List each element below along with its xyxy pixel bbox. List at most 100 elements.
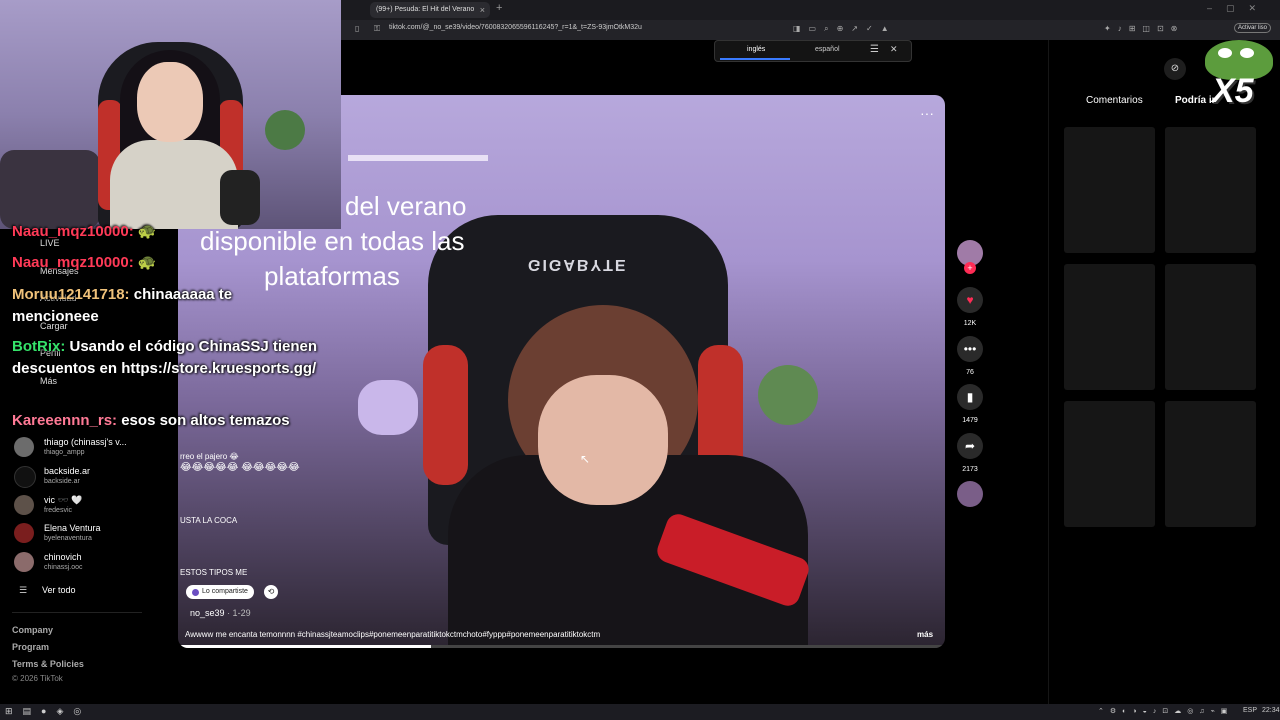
repost-icon[interactable]: ⟲ (264, 585, 278, 599)
follow-button[interactable]: + (964, 262, 976, 274)
webcam-person-face (137, 62, 203, 142)
video-inner-chat: USTA LA COCA (180, 516, 238, 525)
chat-message: Naau_mqz10000: 🐢 (12, 222, 342, 240)
caption-more-button[interactable]: más (917, 630, 933, 639)
suggested-thumbnail[interactable] (1064, 264, 1155, 390)
avatar[interactable] (14, 552, 34, 572)
translate-target-lang[interactable]: español (815, 46, 840, 53)
author-name[interactable]: no_se39 (190, 608, 225, 618)
suggested-thumbnail[interactable] (1165, 264, 1256, 390)
list-icon: ☰ (19, 585, 28, 595)
account-name[interactable]: vic 🕶️ 🤍 (44, 495, 82, 506)
account-name[interactable]: Elena Ventura (44, 523, 101, 533)
account-name[interactable]: thiago (chinassj's v... (44, 437, 127, 447)
windows-icon[interactable]: ⊞▤●◈◎ (5, 706, 91, 717)
save-count: 1479 (962, 417, 978, 424)
suggested-thumbnail[interactable] (1064, 401, 1155, 527)
video-inner-chat: ESTOS TIPOS ME (180, 568, 248, 577)
footer-company-link[interactable]: Company (12, 625, 53, 635)
browser-tab[interactable]: (99+) Pesuda: El Hit del Verano × (370, 2, 490, 18)
share-count: 2173 (962, 466, 978, 473)
taskbar (0, 704, 1280, 720)
close-icon[interactable]: ✕ (890, 44, 898, 55)
footer-terms-link[interactable]: Terms & Policies (12, 659, 84, 669)
webcam-overlay (0, 0, 341, 229)
comment-count: 76 (966, 369, 974, 376)
menu-icon[interactable]: ☰ (870, 44, 879, 55)
extensions-icons[interactable]: ✦♪⊞◫⊡⊗ (1104, 24, 1184, 33)
system-tray-icons[interactable]: ⌃⚙◐◑◒♪⊡☁◎♫⌁▣ (1098, 707, 1233, 715)
video-inner-chat: rreo el pajero 😂 (180, 452, 239, 461)
like-count: 12K (963, 320, 977, 327)
chat-username: Kareeennn_rs: (12, 412, 118, 429)
account-handle: thiago_ampp (44, 449, 85, 456)
divider (12, 612, 142, 613)
new-tab-icon[interactable]: + (496, 2, 502, 14)
taskbar-language[interactable]: ESP (1243, 707, 1257, 714)
multiplier-badge: X5 (1212, 72, 1254, 110)
window-controls[interactable]: –▢✕ (1207, 3, 1270, 14)
avatar[interactable] (14, 466, 36, 488)
save-icon[interactable]: ▮ (957, 384, 983, 410)
pepe-eye (1218, 48, 1232, 58)
video-caption: Awwww me encanta temonnnn #chinassjteamo… (185, 630, 601, 639)
activate-badge[interactable]: Activar liso (1234, 23, 1272, 33)
video-chair-stripe (423, 345, 468, 485)
chat-username: Naau_mqz10000: (12, 254, 134, 271)
comment-icon[interactable]: ••• (957, 336, 983, 362)
avatar[interactable] (14, 437, 34, 457)
chat-username: BotRix: (12, 338, 66, 355)
tab-comments[interactable]: Comentarios (1086, 95, 1143, 106)
shared-avatar (192, 589, 199, 596)
tab-close-icon[interactable]: × (480, 2, 485, 18)
pepe-eye (1240, 48, 1254, 58)
video-overlay-text-1: del verano (345, 191, 467, 221)
translate-active-indicator (720, 58, 790, 60)
avatar[interactable] (14, 495, 34, 515)
lock-icon[interactable]: ⚿ (374, 24, 380, 34)
video-plant (758, 365, 818, 425)
chat-text: 🐢 (137, 223, 157, 240)
share-icon[interactable]: ➦ (957, 433, 983, 459)
account-handle: backside.ar (44, 478, 80, 485)
chair-brand: GIGABYTE (528, 256, 628, 273)
music-disc[interactable] (957, 481, 983, 507)
video-pillow (358, 380, 418, 435)
avatar[interactable] (14, 523, 34, 543)
video-progress-fill (178, 645, 432, 648)
chat-message: BotRix: Usando el código ChinaSSJ tienen… (12, 336, 337, 380)
webcam-plant (265, 110, 305, 150)
chat-message: Moruu12141718: chinaaaaaa te mencioneee (12, 284, 262, 328)
webcam-microphone (220, 170, 260, 225)
video-inner-chat: 😂😂😂😂😂 😂😂😂😂😂 (180, 462, 300, 473)
account-handle: fredesvic (44, 507, 73, 514)
taskbar-clock[interactable]: 22:34 (1262, 707, 1280, 714)
url-field[interactable]: tiktok.com/@_no_se39/video/7600832065596… (389, 24, 642, 31)
translate-source-lang[interactable]: inglés (747, 46, 765, 53)
compass-icon[interactable]: ⊘ (1164, 58, 1186, 80)
chat-message: Naau_mqz10000: 🐢 (12, 253, 342, 271)
suggested-thumbnail[interactable] (1165, 401, 1256, 527)
chat-text: esos son altos temazos (121, 412, 290, 429)
suggested-thumbnail[interactable] (1165, 127, 1256, 253)
video-person-face (538, 375, 668, 505)
chat-message: Kareeennn_rs: esos son altos temazos (12, 412, 342, 429)
chat-username: Moruu12141718: (12, 286, 130, 303)
suggested-thumbnail[interactable] (1064, 127, 1155, 253)
bookmark-icon[interactable]: ▯ (355, 24, 359, 33)
webcam-sofa (0, 150, 100, 229)
see-all-link[interactable]: Ver todo (42, 585, 76, 595)
account-handle: chinassj.ooc (44, 564, 83, 571)
account-name[interactable]: chinovich (44, 552, 82, 562)
footer-program-link[interactable]: Program (12, 642, 49, 652)
address-tools-icons[interactable]: ◨▭⌕⊕↗✓▲ (793, 24, 897, 34)
heart-icon[interactable]: ♥ (957, 287, 983, 313)
video-shelf (348, 155, 488, 161)
webcam-person-shirt (110, 140, 238, 229)
chat-username: Naau_mqz10000: (12, 223, 134, 240)
video-author[interactable]: no_se39 · 1-29 (190, 608, 251, 618)
more-icon[interactable]: ··· (920, 105, 934, 121)
chat-text: 🐢 (137, 254, 157, 271)
account-name[interactable]: backside.ar (44, 466, 90, 476)
video-duration: · 1-29 (227, 608, 251, 618)
